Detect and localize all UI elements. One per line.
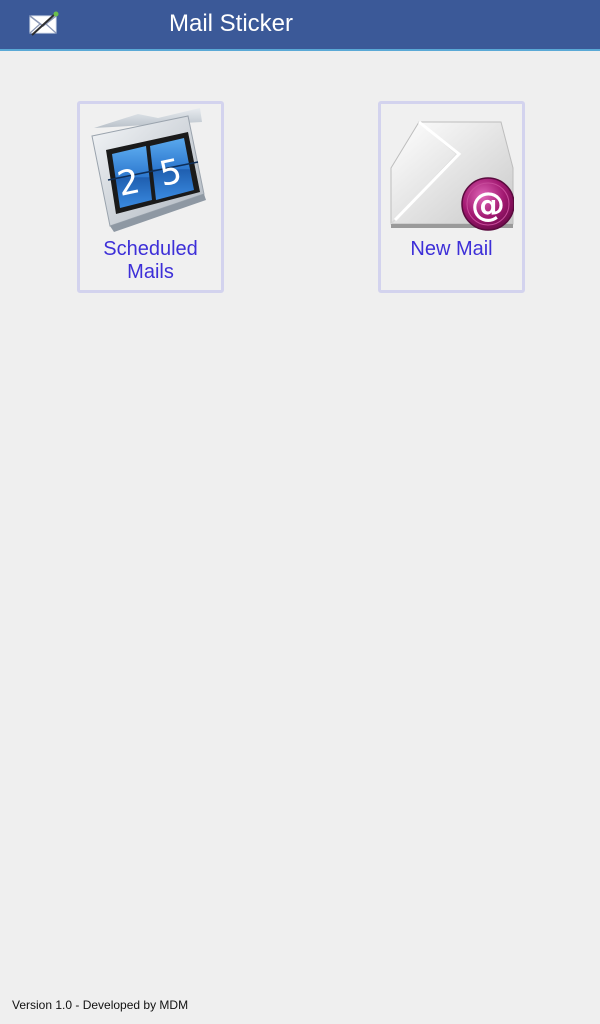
at-symbol: @ (471, 185, 505, 225)
action-bar: Mail Sticker (0, 0, 600, 51)
new-mail-label-line1: New Mail (410, 238, 493, 260)
calendar-folder-icon: 2 5 (91, 108, 206, 232)
scheduled-mails-button[interactable]: 2 5 Scheduled Mails (77, 101, 224, 293)
scheduled-mails-label-line1: Scheduled (103, 238, 198, 260)
new-mail-label: New Mail (381, 238, 522, 261)
scheduled-mails-label: Scheduled Mails (80, 238, 221, 284)
app-title: Mail Sticker (169, 10, 294, 37)
scheduled-mails-label-line2: Mails (127, 261, 174, 283)
version-footer: Version 1.0 - Developed by MDM (12, 998, 189, 1012)
app-screen: Mail Sticker 2 5 Scheduled Mails @ New M… (0, 0, 600, 1024)
mail-sticker-icon[interactable] (28, 10, 60, 38)
envelope-at-icon: @ (390, 120, 514, 231)
new-mail-button[interactable]: @ New Mail (378, 101, 525, 293)
